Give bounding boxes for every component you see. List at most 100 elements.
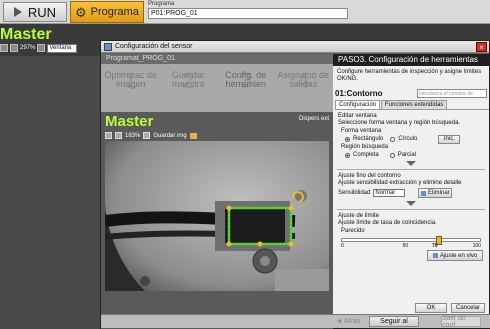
background-panel <box>0 56 100 329</box>
dialog-left-pane: Programat_PROG_01 1 Optimizac de imagen … <box>101 54 333 329</box>
background-toolbar: 297% Ventana <box>0 42 100 54</box>
init-button[interactable]: Inic. <box>438 134 461 144</box>
app-icon <box>104 42 112 51</box>
zoom-out-icon[interactable] <box>105 132 112 139</box>
next-button[interactable]: Seguir al <box>369 316 419 327</box>
master-header: Master Dispers ext <box>101 112 333 130</box>
dialog-titlebar: Configuración del sensor <box>101 41 489 53</box>
close-icon[interactable]: × <box>476 42 487 52</box>
sensitivity-label: Sensibilidad <box>338 190 371 196</box>
live-icon <box>432 253 438 258</box>
step-1-label: Optimizac de imagen <box>104 70 158 89</box>
step-4-label: Asignació de salidas <box>277 70 330 89</box>
arrow-down-icon <box>406 161 416 166</box>
partial-label: Parcial <box>397 152 417 158</box>
contour-section-subheading: Ajuste sensibilidad extracción y elimine… <box>338 180 462 186</box>
zoom-in-icon[interactable] <box>37 44 46 52</box>
camera-image[interactable] <box>105 141 329 291</box>
step-2-label: Guardar maestra <box>171 70 205 89</box>
zoom-in-icon[interactable] <box>143 132 151 139</box>
top-bar: RUN ⚙ Programa Programa P01:PROG_01 <box>0 0 490 24</box>
slider-min: 0 <box>341 243 344 249</box>
step-3-label: Config. de herramien <box>225 70 267 89</box>
zoom-fit-icon[interactable] <box>115 132 122 139</box>
cancel-button[interactable]: Cancelar <box>451 303 485 313</box>
zoom-out-icon[interactable] <box>0 44 8 52</box>
master-title: Master <box>105 112 154 130</box>
display-ext-label[interactable]: Dispers ext <box>299 116 329 122</box>
radio-circle[interactable] <box>390 136 396 142</box>
program-value[interactable]: P01:PROG_01 <box>148 8 348 19</box>
shape-label-text: Forma ventana <box>341 128 382 134</box>
tab-configuration[interactable]: Configuración <box>335 100 381 109</box>
live-adjust-button[interactable]: Ajuste en vivo <box>427 250 483 261</box>
tool-name-input[interactable]: Introduzca el nombre de <box>417 88 487 98</box>
window-section-subheading: Seleccione forma ventana y región búsque… <box>338 120 461 126</box>
radio-partial[interactable] <box>389 152 395 158</box>
shape-options: Rectángulo Círculo Inic. <box>333 134 489 144</box>
divider <box>337 209 485 210</box>
sensitivity-select[interactable]: Normal <box>373 189 406 197</box>
run-label: RUN <box>27 4 57 20</box>
back-button[interactable]: ◄ Atrás <box>333 316 363 327</box>
complete-label: Completa <box>353 152 379 158</box>
settings-tabs: Configuración Funciones extendidas <box>335 100 489 110</box>
sensitivity-row: Sensibilidad Normal Eliminar <box>333 187 489 199</box>
run-button[interactable]: RUN <box>3 2 67 22</box>
limit-section-subheading: Ajuste límite de tasa de coincidencia. <box>338 220 437 226</box>
window-section-heading: Editar ventana <box>338 113 377 119</box>
sensor-config-dialog: Configuración del sensor × Programat_PRO… <box>100 40 490 329</box>
step-4[interactable]: 4 Asignació de salidas <box>276 66 332 110</box>
contour-section-heading: Ajuste fino del contorno <box>338 173 401 179</box>
tool-settings-panel: PASO3. Configuración de herramientas Con… <box>333 54 489 314</box>
radio-complete[interactable] <box>345 152 350 158</box>
step-3[interactable]: 3 Config. de herramien <box>218 66 274 110</box>
rectangle-label: Rectángulo <box>353 136 384 142</box>
similarity-label: Parecido <box>333 227 489 235</box>
delete-button-label: Eliminar <box>428 190 450 196</box>
ok-button[interactable]: OK <box>415 303 447 313</box>
gear-icon: ⚙ <box>75 4 87 20</box>
region-options: Completa Parcial <box>333 151 489 159</box>
image-zoom: 183% <box>125 132 141 139</box>
program-name: Programat_PROG_01 <box>101 54 333 64</box>
slider-value: 70 <box>432 243 438 249</box>
exit-button[interactable]: Salir do conf <box>441 315 481 329</box>
step-2[interactable]: 2 Guardar maestra <box>161 66 217 110</box>
eraser-icon <box>421 190 427 196</box>
arrow-down-icon <box>406 201 416 206</box>
region-label-text: Región búsqueda <box>341 144 389 150</box>
tool-name-bar: 01:Contorno Introduzca el nombre de <box>335 87 487 99</box>
play-icon <box>13 7 22 17</box>
dialog-footer: ◄ Atrás Seguir al Salir do conf <box>101 314 490 329</box>
folder-icon[interactable] <box>189 132 197 139</box>
circle-label: Círculo <box>398 136 418 142</box>
step-1[interactable]: 1 Optimizac de imagen <box>103 66 159 110</box>
window-select[interactable]: Ventana <box>47 43 78 53</box>
region-label: Región búsqueda <box>333 143 489 151</box>
program-caption: Programa <box>148 1 175 7</box>
step-description: Configure herramientas de inspección y a… <box>337 69 482 82</box>
wizard-steps: 1 Optimizac de imagen 2 Guardar maestra … <box>101 64 333 112</box>
step-header: PASO3. Configuración de herramientas <box>333 54 489 66</box>
program-button[interactable]: ⚙ Programa <box>70 1 144 23</box>
save-image-button[interactable]: Guardar img <box>153 133 186 139</box>
slider-scale: 0 50 70 100 <box>341 242 481 250</box>
limit-section-heading: Ajuste de límite <box>338 213 380 219</box>
zoom-fit-icon[interactable] <box>10 44 18 52</box>
divider <box>337 169 485 170</box>
live-adjust-label: Ajuste en vivo <box>439 252 478 259</box>
slider-max: 100 <box>472 243 481 249</box>
background-zoom: 297% <box>20 45 36 51</box>
similarity-label-text: Parecido <box>341 228 365 234</box>
image-toolbar: 183% Guardar img <box>101 130 333 141</box>
radio-rectangle[interactable] <box>345 136 350 142</box>
delete-button[interactable]: Eliminar <box>418 188 453 198</box>
camera-image-graphic <box>105 141 329 291</box>
app-root: RUN ⚙ Programa Programa P01:PROG_01 Mast… <box>0 0 490 329</box>
program-field: Programa P01:PROG_01 <box>148 1 488 23</box>
program-button-label: Programa <box>90 6 139 18</box>
tab-extended-functions[interactable]: Funciones extendidas <box>381 100 448 109</box>
dialog-title: Configuración del sensor <box>115 43 193 50</box>
slider-mid: 50 <box>402 243 409 249</box>
